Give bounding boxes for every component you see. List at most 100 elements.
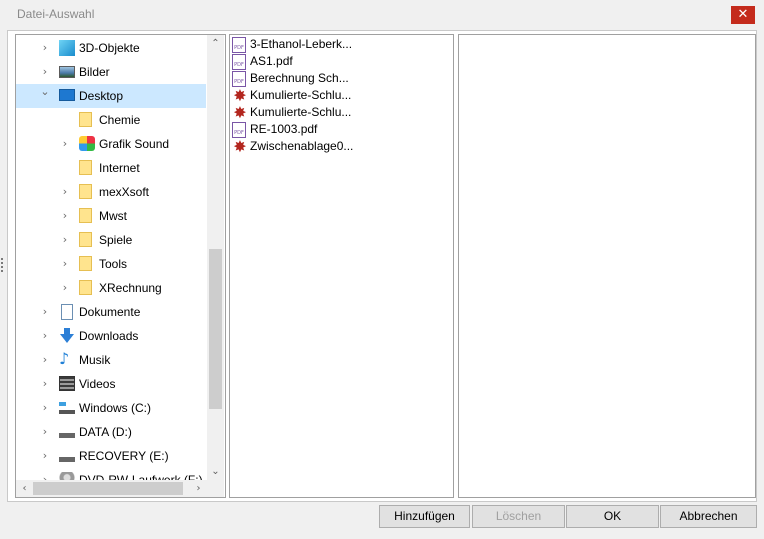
documents-icon (61, 304, 73, 320)
tree-item-label: Desktop (79, 89, 124, 103)
cancel-button[interactable]: Abbrechen (660, 505, 757, 528)
add-button[interactable]: Hinzufügen (379, 505, 470, 528)
folder-icon (79, 112, 92, 127)
window-title: Datei-Auswahl (17, 7, 95, 21)
tree-item[interactable]: › Spiele (16, 228, 206, 252)
snapshot-icon: ✸ (233, 137, 247, 156)
grafik-sound-icon (79, 136, 95, 151)
folder-icon (79, 280, 92, 295)
close-icon: ✕ (737, 7, 749, 22)
snapshot-icon: ✸ (233, 86, 247, 105)
chevron-down-icon[interactable]: ⌄ (40, 80, 50, 104)
tree-vertical-scrollbar[interactable]: ⌃ ⌄ (207, 35, 224, 480)
tree-item[interactable]: › Windows (C:) (16, 396, 206, 420)
scroll-left-icon[interactable]: ‹ (16, 480, 33, 497)
pdf-icon: PDF (232, 37, 246, 53)
pdf-icon: PDF (232, 122, 246, 138)
tree-item-label: Mwst (99, 209, 127, 223)
file-name: RE-1003.pdf (250, 122, 318, 136)
chevron-right-icon[interactable]: › (40, 348, 50, 372)
tree-item[interactable]: › XRechnung (16, 276, 206, 300)
ok-button[interactable]: OK (566, 505, 659, 528)
tree-item-label: mexXsoft (99, 185, 150, 199)
tree-item-label: Windows (C:) (79, 401, 152, 415)
chevron-right-icon[interactable]: › (40, 300, 50, 324)
chevron-right-icon[interactable]: › (40, 396, 50, 420)
chevron-right-icon[interactable]: › (40, 324, 50, 348)
folder-icon (79, 184, 92, 199)
file-name: Berechnung Sch... (250, 71, 349, 85)
tree-item-label: Downloads (79, 329, 139, 343)
tree-item[interactable]: Internet (16, 156, 206, 180)
tree-item[interactable]: Chemie (16, 108, 206, 132)
file-name: Zwischenablage0... (250, 139, 354, 153)
tree-item-label: Spiele (99, 233, 133, 247)
pdf-icon: PDF (232, 54, 246, 70)
chevron-right-icon[interactable]: › (60, 132, 70, 156)
tree-item[interactable]: › Grafik Sound (16, 132, 206, 156)
chevron-right-icon[interactable]: › (60, 252, 70, 276)
downloads-icon (59, 328, 75, 344)
3d-objects-icon (59, 40, 75, 56)
chevron-right-icon[interactable]: › (60, 276, 70, 300)
tree-item-label: 3D-Objekte (79, 41, 140, 55)
tree-item[interactable]: › RECOVERY (E:) (16, 444, 206, 468)
file-name: Kumulierte-Schlu... (250, 105, 352, 119)
chevron-right-icon[interactable]: › (60, 180, 70, 204)
tree-item-label: Videos (79, 377, 116, 391)
folder-icon (79, 256, 92, 271)
tree-horizontal-scrollbar[interactable]: ‹ › (16, 480, 207, 497)
preview-pane (458, 34, 756, 498)
tree-item[interactable]: › Tools (16, 252, 206, 276)
scroll-down-icon[interactable]: ⌄ (207, 463, 224, 480)
pdf-icon: PDF (232, 71, 246, 87)
scrollbar-corner (207, 480, 224, 497)
tree-item[interactable]: › DATA (D:) (16, 420, 206, 444)
file-list[interactable]: PDF 3-Ethanol-Leberk... PDF AS1.pdf PDF Berec… (229, 34, 454, 498)
chevron-right-icon[interactable]: › (60, 228, 70, 252)
tree-item[interactable]: › Downloads (16, 324, 206, 348)
chevron-right-icon[interactable]: › (40, 372, 50, 396)
horizontal-scrollbar-thumb[interactable] (33, 482, 183, 495)
tree-item-label: Musik (79, 353, 111, 367)
folder-icon (79, 232, 92, 247)
tree-item-label: Tools (99, 257, 128, 271)
delete-button[interactable]: Löschen (472, 505, 565, 528)
chevron-right-icon[interactable]: › (40, 36, 50, 60)
folder-icon (79, 208, 92, 223)
chevron-right-icon[interactable]: › (60, 204, 70, 228)
folder-tree[interactable]: › 3D-Objekte › Bilder ⌄ Desktop Chemie › Grafik … (15, 34, 226, 498)
tree-item[interactable]: › Mwst (16, 204, 206, 228)
pictures-icon (59, 66, 75, 78)
music-icon: ♪ (59, 349, 70, 368)
folder-icon (79, 160, 92, 175)
tree-item[interactable]: › Dokumente (16, 300, 206, 324)
tree-item-label: Bilder (79, 65, 110, 79)
scroll-right-icon[interactable]: › (190, 480, 207, 497)
file-name: 3-Ethanol-Leberk... (250, 37, 353, 51)
chevron-right-icon[interactable]: › (40, 420, 50, 444)
tree-item[interactable]: › 3D-Objekte (16, 36, 206, 60)
chevron-right-icon[interactable]: › (40, 444, 50, 468)
file-name: Kumulierte-Schlu... (250, 88, 352, 102)
scrollbar-thumb[interactable] (209, 249, 222, 409)
windows-drive-icon (59, 402, 75, 414)
resize-grip-icon[interactable] (1, 258, 5, 274)
tree-item[interactable]: › Videos (16, 372, 206, 396)
title-bar: Datei-Auswahl ✕ (0, 0, 764, 30)
desktop-icon (59, 89, 75, 101)
close-button[interactable]: ✕ (731, 6, 755, 24)
tree-item-label: Internet (99, 161, 140, 175)
file-name: AS1.pdf (250, 54, 293, 68)
tree-item-label: RECOVERY (E:) (79, 449, 169, 463)
snapshot-icon: ✸ (233, 103, 247, 122)
tree-item[interactable]: › mexXsoft (16, 180, 206, 204)
tree-item[interactable]: › ♪ Musik (16, 348, 206, 372)
tree-item[interactable]: ⌄ Desktop (16, 84, 206, 108)
drive-icon (59, 426, 75, 438)
videos-icon (59, 376, 75, 391)
tree-item-label: Grafik Sound (99, 137, 170, 151)
scroll-up-icon[interactable]: ⌃ (207, 35, 224, 52)
tree-item-label: XRechnung (99, 281, 162, 295)
tree-item-label: DATA (D:) (79, 425, 132, 439)
